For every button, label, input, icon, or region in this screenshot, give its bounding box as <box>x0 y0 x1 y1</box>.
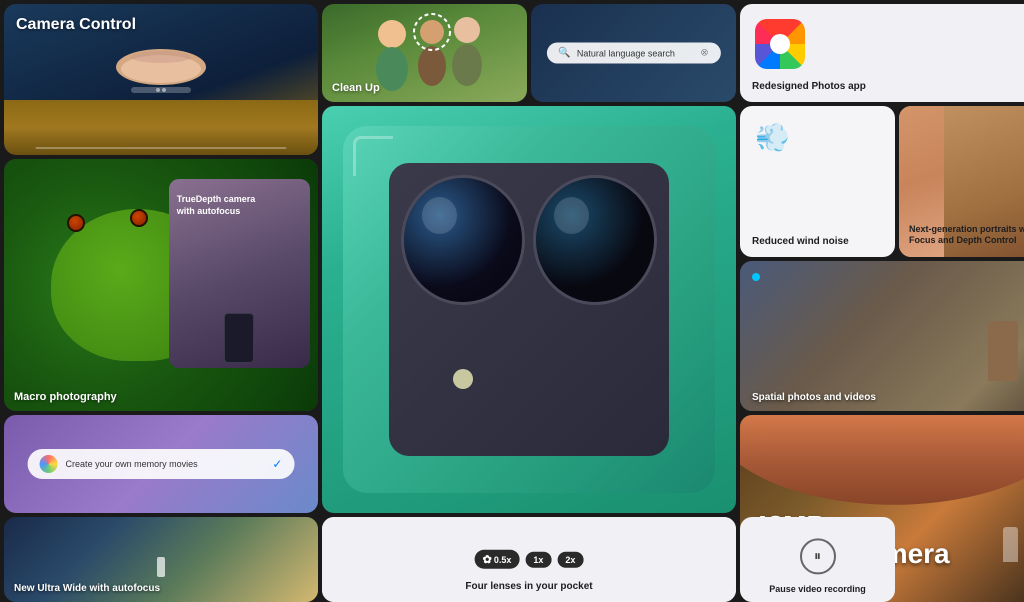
spatial-title: Spatial photos and videos <box>752 392 1024 403</box>
camera-control-title: Camera Control <box>16 16 136 34</box>
finger-svg <box>101 47 221 107</box>
camera-lens-container <box>322 106 736 513</box>
photos-icon-inner <box>770 34 790 54</box>
clean-up-card: Clean Up <box>322 4 527 102</box>
search-icon: 🔍 <box>558 48 570 59</box>
lens-btn-2x[interactable]: 2x <box>557 552 583 568</box>
camera-control-card: Camera Control <box>4 4 318 155</box>
frog-eye-right <box>130 209 148 227</box>
portraits-card: Next-generation portraits with Focus and… <box>899 106 1024 257</box>
lens-1x-label: 1x <box>533 555 543 565</box>
person-silhouette <box>988 321 1018 381</box>
lens-module <box>389 163 668 456</box>
secondary-lens <box>533 175 657 306</box>
photos-icon <box>755 19 805 69</box>
macro-title: Macro photography <box>14 391 308 403</box>
lens-small-container <box>533 313 657 444</box>
flash-element <box>453 369 473 389</box>
wind-noise-title: Reduced wind noise <box>752 236 883 247</box>
frog-background: TrueDepth camerawith autofocus <box>4 159 318 411</box>
portraits-title: Next-generation portraits with Focus and… <box>909 224 1024 247</box>
spatial-scene <box>740 261 1024 411</box>
four-lenses-card: ✿ 0.5x 1x 2x Four lenses in your pocket <box>322 517 736 602</box>
center-camera-card <box>322 106 736 513</box>
memory-input-text: Create your own memory movies <box>66 459 265 469</box>
pause-title: Pause video recording <box>740 584 895 594</box>
clean-up-title: Clean Up <box>332 82 517 94</box>
memory-input-bar[interactable]: Create your own memory movies ✓ <box>28 449 295 479</box>
mic-icon: ⊗ <box>700 48 708 59</box>
search-bar[interactable]: 🔍 Natural language search ⊗ <box>546 43 720 64</box>
natural-search-card: 🔍 Natural language search ⊗ <box>531 4 736 102</box>
macro-card: TrueDepth camerawith autofocus Macro pho… <box>4 159 318 411</box>
beach-person <box>157 557 165 577</box>
ultrawide-title: New Ultra Wide with autofocus <box>14 583 160 594</box>
truedepth-label: TrueDepth camerawith autofocus <box>177 194 256 217</box>
photos-app-card: Redesigned Photos app <box>740 4 1024 102</box>
lens-05x-label: 0.5x <box>494 555 512 565</box>
lens-btn-05x[interactable]: ✿ 0.5x <box>475 550 520 569</box>
spatial-indicator <box>752 273 760 281</box>
lens-2x-label: 2x <box>565 555 575 565</box>
ultrawide-card: New Ultra Wide with autofocus <box>4 517 318 602</box>
wind-noise-card: 💨 Reduced wind noise <box>740 106 895 257</box>
photos-app-title: Redesigned Photos app <box>752 81 1024 92</box>
lens-buttons-container: ✿ 0.5x 1x 2x <box>475 544 584 575</box>
camera-body <box>343 126 716 492</box>
main-grid: Camera Control <box>0 0 1024 574</box>
portrait-text-area: Next-generation portraits with Focus and… <box>909 111 1024 247</box>
horizon-line <box>35 147 286 149</box>
search-input-text: Natural language search <box>577 48 675 58</box>
corner-highlight <box>353 136 393 176</box>
four-lenses-title: Four lenses in your pocket <box>322 581 736 592</box>
lens-btn-1x[interactable]: 1x <box>525 552 551 568</box>
spatial-card: Spatial photos and videos <box>740 261 1024 411</box>
pause-recording-card: ⏸ Pause video recording <box>740 517 895 602</box>
memory-icon <box>40 455 58 473</box>
portrait-background: Next-generation portraits with Focus and… <box>899 106 1024 257</box>
main-lens <box>401 175 525 306</box>
memory-card: Create your own memory movies ✓ <box>4 415 318 513</box>
flower-icon: ✿ <box>483 553 492 566</box>
truedepth-overlay: TrueDepth camerawith autofocus <box>169 179 310 368</box>
landscape-bg <box>4 100 318 155</box>
spatial-background <box>740 261 1024 411</box>
wind-icon: 💨 <box>755 121 790 154</box>
memory-checkmark: ✓ <box>272 457 282 471</box>
pause-button-circle[interactable]: ⏸ <box>800 538 836 574</box>
